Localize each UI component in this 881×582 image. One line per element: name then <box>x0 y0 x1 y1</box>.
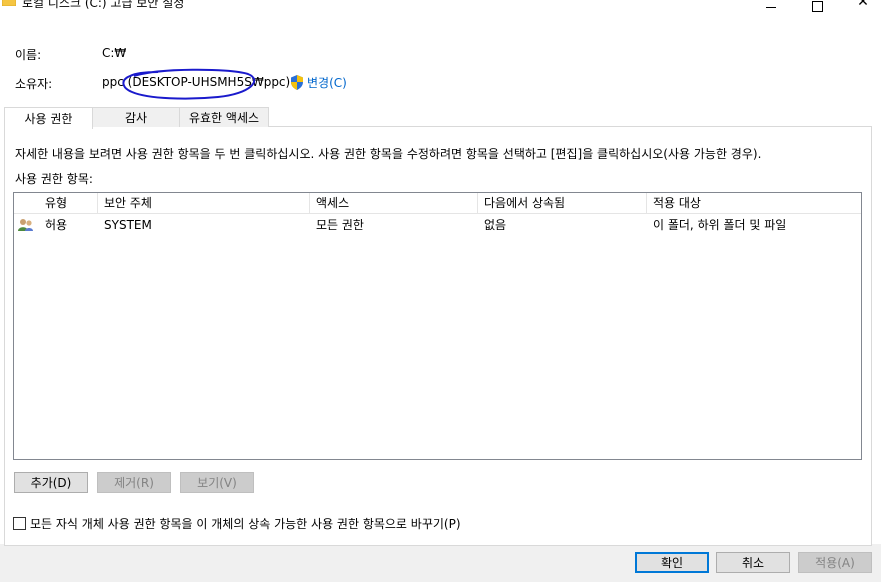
table-row[interactable]: 허용 SYSTEM 모든 권한 없음 이 폴더, 하위 폴더 및 파일 <box>14 215 861 235</box>
title-bar: 로컬 디스크 (C:) 고급 보안 설정 ✕ <box>0 0 881 14</box>
change-owner-link[interactable]: 변경(C) <box>290 74 347 91</box>
name-value: C:₩ <box>102 46 127 60</box>
row-principal: SYSTEM <box>104 218 152 232</box>
minimize-button[interactable] <box>748 0 794 14</box>
column-principal[interactable]: 보안 주체 <box>98 193 310 213</box>
minimize-icon <box>766 6 776 8</box>
column-inherited-from[interactable]: 다음에서 상속됨 <box>478 193 647 213</box>
replace-child-permissions-option[interactable]: 모든 자식 개체 사용 권한 항목을 이 개체의 상속 가능한 사용 권한 항목… <box>13 515 461 532</box>
cancel-button[interactable]: 취소 <box>716 552 790 573</box>
column-access[interactable]: 액세스 <box>310 193 478 213</box>
window-title: 로컬 디스크 (C:) 고급 보안 설정 <box>22 0 185 10</box>
column-applies-to[interactable]: 적용 대상 <box>647 193 861 213</box>
owner-value: ppc (DESKTOP-UHSMH5S₩ppc) <box>102 75 291 89</box>
column-type[interactable]: 유형 <box>14 193 98 213</box>
tab-permissions[interactable]: 사용 권한 <box>4 107 93 129</box>
uac-shield-icon <box>291 75 303 90</box>
row-access: 모든 권한 <box>316 218 364 232</box>
replace-child-permissions-label: 모든 자식 개체 사용 권한 항목을 이 개체의 상속 가능한 사용 권한 항목… <box>30 517 461 531</box>
owner-label: 소유자: <box>15 77 53 91</box>
view-button[interactable]: 보기(V) <box>180 472 254 493</box>
ok-button[interactable]: 확인 <box>635 552 709 573</box>
replace-child-permissions-checkbox[interactable] <box>13 517 26 530</box>
apply-button[interactable]: 적용(A) <box>798 552 872 573</box>
instructions-text: 자세한 내용을 보려면 사용 권한 항목을 두 번 클릭하십시오. 사용 권한 … <box>15 147 762 161</box>
name-label: 이름: <box>15 48 42 62</box>
close-icon: ✕ <box>857 0 869 10</box>
maximize-button[interactable] <box>794 0 840 14</box>
remove-button[interactable]: 제거(R) <box>97 472 171 493</box>
folder-icon <box>2 0 16 6</box>
row-type: 허용 <box>45 218 68 232</box>
maximize-icon <box>811 0 823 12</box>
permission-entries-list[interactable]: 유형 보안 주체 액세스 다음에서 상속됨 적용 대상 허용 SYSTEM 모든… <box>13 192 862 460</box>
users-icon <box>18 219 33 231</box>
row-applies-to: 이 폴더, 하위 폴더 및 파일 <box>653 218 787 232</box>
close-button[interactable]: ✕ <box>840 0 881 14</box>
permission-entries-label: 사용 권한 항목: <box>15 172 93 186</box>
add-button[interactable]: 추가(D) <box>14 472 88 493</box>
list-header: 유형 보안 주체 액세스 다음에서 상속됨 적용 대상 <box>14 193 861 214</box>
change-owner-label: 변경(C) <box>307 76 347 90</box>
tab-auditing[interactable]: 감사 <box>92 107 180 127</box>
row-inherited-from: 없음 <box>484 218 507 232</box>
tab-effective-access[interactable]: 유효한 액세스 <box>179 107 269 127</box>
